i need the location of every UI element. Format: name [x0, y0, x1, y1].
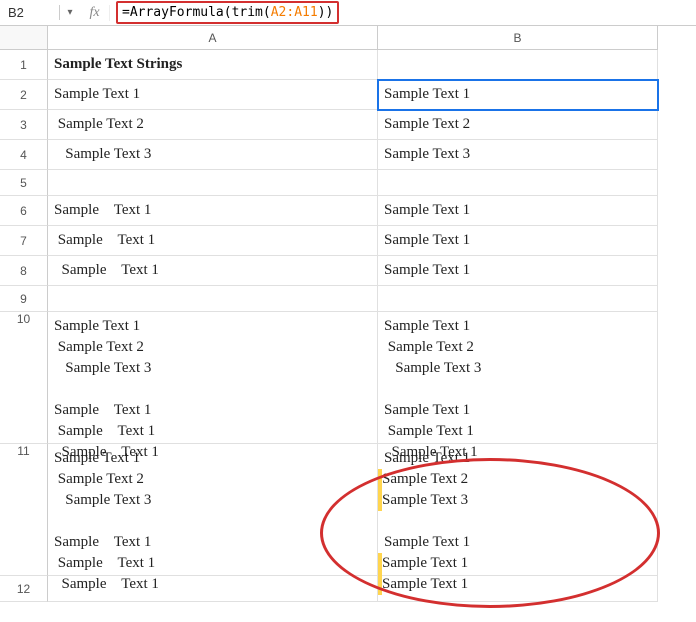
row-5: 5 [0, 170, 696, 196]
cell-text: Sample Text 1 [384, 532, 470, 553]
cell-a10[interactable]: Sample Text 1 Sample Text 2 Sample Text … [48, 312, 378, 444]
row-header-11[interactable]: 11 [0, 444, 48, 576]
cell-text: Sample Text 1 [382, 553, 468, 574]
row-6: 6 Sample Text 1 Sample Text 1 [0, 196, 696, 226]
cell-a12[interactable] [48, 576, 378, 602]
row-header-7[interactable]: 7 [0, 226, 48, 256]
row-header-3[interactable]: 3 [0, 110, 48, 140]
cell-b3[interactable]: Sample Text 2 [378, 110, 658, 140]
cell-b11-line: Sample Text 1 [378, 448, 657, 469]
cell-b11-line [378, 511, 657, 532]
cell-text [384, 511, 388, 532]
formula-text: =ArrayFormula(trim(A2:A11)) [116, 1, 339, 24]
row-12: 12 [0, 576, 696, 602]
cell-text: Sample Text 1 [384, 448, 470, 469]
cell-a7[interactable]: Sample Text 1 [48, 226, 378, 256]
name-box-dropdown-icon[interactable]: ▾ [60, 7, 80, 18]
cell-b10[interactable]: Sample Text 1 Sample Text 2 Sample Text … [378, 312, 658, 444]
cell-a4[interactable]: Sample Text 3 [48, 140, 378, 170]
spreadsheet-grid: A B 1 Sample Text Strings 2 Sample Text … [0, 26, 696, 602]
column-header-a[interactable]: A [48, 26, 378, 50]
cell-b11-line: Sample Text 3 [378, 490, 657, 511]
formula-input[interactable]: =ArrayFormula(trim(A2:A11)) [110, 1, 696, 24]
cell-text: Sample Text 3 [382, 490, 468, 511]
cell-a8[interactable]: Sample Text 1 [48, 256, 378, 286]
cell-a6[interactable]: Sample Text 1 [48, 196, 378, 226]
cell-b7[interactable]: Sample Text 1 [378, 226, 658, 256]
row-header-5[interactable]: 5 [0, 170, 48, 196]
cell-reference-box[interactable]: B2 [0, 5, 60, 20]
row-header-10[interactable]: 10 [0, 312, 48, 444]
row-7: 7 Sample Text 1 Sample Text 1 [0, 226, 696, 256]
cell-a1[interactable]: Sample Text Strings [48, 50, 378, 80]
column-header-b[interactable]: B [378, 26, 658, 50]
cell-b4[interactable]: Sample Text 3 [378, 140, 658, 170]
select-all-corner[interactable] [0, 26, 48, 50]
cell-b11[interactable]: Sample Text 1Sample Text 2Sample Text 3 … [378, 444, 658, 576]
row-1: 1 Sample Text Strings [0, 50, 696, 80]
row-header-1[interactable]: 1 [0, 50, 48, 80]
cell-b12[interactable] [378, 576, 658, 602]
cell-b11-line: Sample Text 1 [378, 553, 657, 574]
row-header-4[interactable]: 4 [0, 140, 48, 170]
row-header-12[interactable]: 12 [0, 576, 48, 602]
cell-a5[interactable] [48, 170, 378, 196]
row-3: 3 Sample Text 2 Sample Text 2 [0, 110, 696, 140]
cell-a3[interactable]: Sample Text 2 [48, 110, 378, 140]
row-2: 2 Sample Text 1 Sample Text 1 [0, 80, 696, 110]
row-header-2[interactable]: 2 [0, 80, 48, 110]
fx-label: fx [80, 5, 110, 21]
cell-b8[interactable]: Sample Text 1 [378, 256, 658, 286]
row-8: 8 Sample Text 1 Sample Text 1 [0, 256, 696, 286]
cell-a9[interactable] [48, 286, 378, 312]
cell-b5[interactable] [378, 170, 658, 196]
cell-b6[interactable]: Sample Text 1 [378, 196, 658, 226]
cell-a2[interactable]: Sample Text 1 [48, 80, 378, 110]
formula-bar: B2 ▾ fx =ArrayFormula(trim(A2:A11)) [0, 0, 696, 26]
row-header-9[interactable]: 9 [0, 286, 48, 312]
cell-a11[interactable]: Sample Text 1 Sample Text 2 Sample Text … [48, 444, 378, 576]
cell-text: Sample Text 2 [382, 469, 468, 490]
cell-b9[interactable] [378, 286, 658, 312]
cell-b11-line: Sample Text 1 [378, 532, 657, 553]
row-4: 4 Sample Text 3 Sample Text 3 [0, 140, 696, 170]
cell-b11-line: Sample Text 2 [378, 469, 657, 490]
column-header-row: A B [0, 26, 696, 50]
row-11: 11 Sample Text 1 Sample Text 2 Sample Te… [0, 444, 696, 576]
row-header-6[interactable]: 6 [0, 196, 48, 226]
row-9: 9 [0, 286, 696, 312]
row-header-8[interactable]: 8 [0, 256, 48, 286]
cell-b2[interactable]: Sample Text 1 [378, 80, 658, 110]
row-10: 10 Sample Text 1 Sample Text 2 Sample Te… [0, 312, 696, 444]
cell-b1[interactable] [378, 50, 658, 80]
